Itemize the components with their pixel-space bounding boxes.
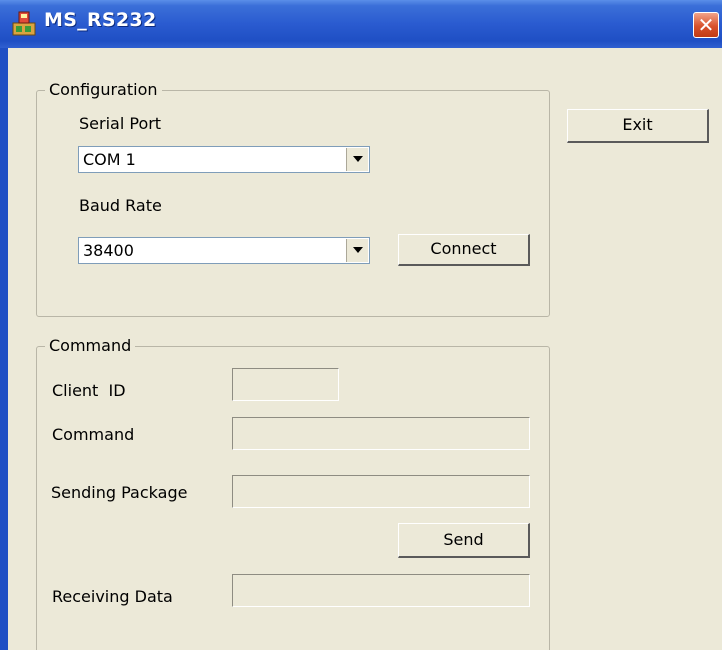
client-id-field[interactable] <box>232 368 339 401</box>
connect-button[interactable]: Connect <box>398 234 530 266</box>
baud-rate-dropdown-button[interactable] <box>346 239 368 262</box>
serial-port-label: Serial Port <box>79 114 162 133</box>
title-bar[interactable]: MS_RS232 ✕ <box>0 0 722 48</box>
close-button[interactable]: ✕ <box>693 12 719 38</box>
command-field[interactable] <box>232 417 530 450</box>
send-button[interactable]: Send <box>398 523 530 558</box>
command-legend: Command <box>45 336 136 356</box>
dialog-client-area: Configuration Serial Port COM 1 Baud Rat… <box>8 48 722 650</box>
baud-rate-label: Baud Rate <box>79 196 162 215</box>
baud-rate-value: 38400 <box>83 241 134 260</box>
window-frame-left <box>0 48 8 650</box>
chevron-down-icon <box>353 156 363 162</box>
configuration-legend: Configuration <box>45 80 162 100</box>
serial-port-value: COM 1 <box>83 150 136 169</box>
receiving-data-label: Receiving Data <box>52 587 173 606</box>
serial-port-select[interactable]: COM 1 <box>78 146 370 173</box>
exit-button[interactable]: Exit <box>567 109 709 143</box>
chevron-down-icon <box>353 247 363 253</box>
close-icon: ✕ <box>697 13 715 37</box>
serial-port-dropdown-button[interactable] <box>346 148 368 171</box>
command-label: Command <box>52 425 135 444</box>
client-id-label: Client ID <box>52 381 126 400</box>
sending-package-field[interactable] <box>232 475 530 508</box>
baud-rate-select[interactable]: 38400 <box>78 237 370 264</box>
window-title: MS_RS232 <box>44 9 157 31</box>
receiving-data-field[interactable] <box>232 574 530 607</box>
app-window: MS_RS232 ✕ Configuration Serial Port COM… <box>0 0 722 650</box>
sending-package-label: Sending Package <box>51 483 188 502</box>
app-icon <box>12 11 36 36</box>
